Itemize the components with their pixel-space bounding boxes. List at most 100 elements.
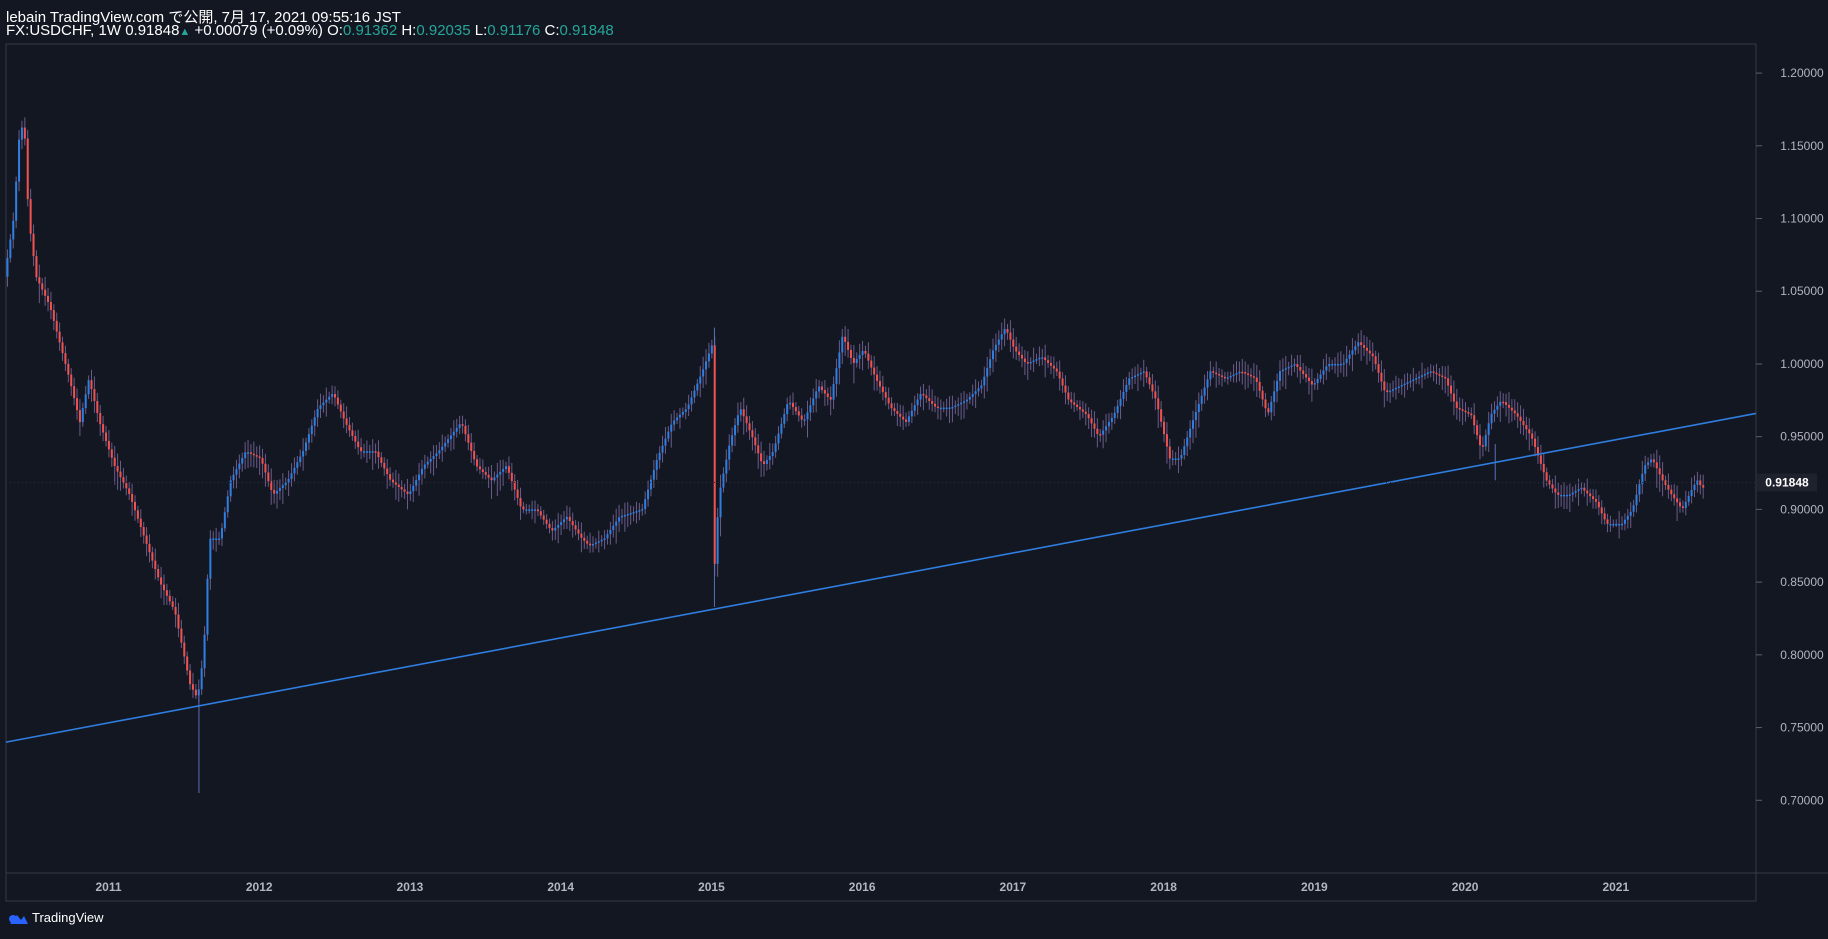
candle-body xyxy=(499,471,502,475)
candle-body xyxy=(542,515,545,520)
candle-body xyxy=(1189,428,1192,438)
candle-body xyxy=(1420,375,1424,377)
candle-body xyxy=(1235,373,1238,375)
candle-body xyxy=(328,396,331,400)
candle-body xyxy=(1220,375,1224,377)
candle-body xyxy=(406,491,409,495)
candle-body xyxy=(774,443,777,453)
candle-body xyxy=(365,451,368,453)
candle-body xyxy=(394,482,397,485)
candle-body xyxy=(922,393,925,396)
candle-body xyxy=(1113,412,1116,418)
candle-body xyxy=(1139,372,1142,375)
candle-body xyxy=(620,515,623,518)
candle-body xyxy=(1342,362,1345,365)
candle-body xyxy=(655,460,658,470)
candle-body xyxy=(977,388,980,392)
candle-body xyxy=(342,411,345,419)
candle-body xyxy=(980,385,983,389)
candle-body xyxy=(357,441,360,448)
candle-body xyxy=(562,519,566,523)
candle-body xyxy=(1203,387,1206,396)
candle-body xyxy=(1157,398,1160,410)
candle-body xyxy=(1684,501,1687,508)
candle-body xyxy=(84,394,87,409)
candle-body xyxy=(754,437,757,446)
candle-body xyxy=(1125,384,1128,392)
candle-body xyxy=(276,490,279,494)
candle-body xyxy=(1539,455,1542,464)
candle-body xyxy=(1644,465,1647,474)
candle-body xyxy=(1299,367,1302,371)
candle-body xyxy=(38,277,41,284)
candle-body xyxy=(64,353,67,364)
candle-body xyxy=(1319,374,1322,379)
candle-body xyxy=(867,353,870,361)
candle-body xyxy=(1458,407,1461,410)
candle-body xyxy=(1516,413,1519,417)
candle-body xyxy=(1351,350,1354,355)
candle-body xyxy=(597,541,600,543)
y-tick-label: 0.75000 xyxy=(1780,721,1824,735)
candle-body xyxy=(560,522,563,525)
candle-body xyxy=(449,435,452,440)
candle-body xyxy=(1496,405,1499,410)
candle-body xyxy=(1064,385,1067,393)
candle-body xyxy=(1165,434,1168,447)
candle-body xyxy=(1522,420,1525,426)
candle-body xyxy=(1493,409,1496,414)
candle-body xyxy=(415,480,418,486)
candle-body xyxy=(409,491,412,495)
candle-body xyxy=(855,359,858,364)
candle-body xyxy=(713,345,716,564)
candle-body xyxy=(1076,404,1079,408)
candle-body xyxy=(1177,458,1180,460)
candle-body xyxy=(386,468,389,475)
candle-body xyxy=(1078,407,1081,410)
candle-body xyxy=(389,474,392,480)
candle-body xyxy=(1232,374,1235,377)
candle-body xyxy=(751,430,754,438)
candle-body xyxy=(812,398,815,406)
candle-body xyxy=(377,451,380,458)
candle-body xyxy=(360,447,363,452)
candle-body xyxy=(215,538,218,540)
candle-body xyxy=(354,436,357,442)
candle-body xyxy=(884,392,887,398)
candle-body xyxy=(838,352,841,369)
candle-body xyxy=(67,363,70,375)
candle-body xyxy=(1403,383,1406,386)
candle-body xyxy=(1238,371,1241,374)
candle-body xyxy=(368,451,371,453)
candle-body xyxy=(707,353,710,362)
candle-body xyxy=(212,538,215,540)
candle-body xyxy=(426,461,429,465)
candle-body xyxy=(965,399,968,402)
candle-body xyxy=(104,432,108,441)
candle-body xyxy=(131,493,134,502)
candle-body xyxy=(197,689,200,696)
x-tick-label: 2012 xyxy=(246,880,273,894)
candle-body xyxy=(1116,405,1119,413)
candle-body xyxy=(1209,371,1212,380)
candle-body xyxy=(1676,498,1679,503)
candle-body xyxy=(678,414,681,418)
candle-body xyxy=(870,360,873,368)
candle-body xyxy=(1223,376,1226,379)
tradingview-logo[interactable]: TradingView xyxy=(6,910,104,925)
candle-body xyxy=(936,406,939,409)
price-chart[interactable]: 0.70000 0.75000 0.80000 0.85000 0.90000 0.950… xyxy=(0,0,1828,939)
candle-body xyxy=(539,511,542,516)
candle-body xyxy=(1502,401,1505,404)
candle-body xyxy=(1461,409,1464,411)
candle-body xyxy=(786,404,789,415)
candle-body xyxy=(1386,390,1389,393)
candle-body xyxy=(806,412,809,420)
candle-body xyxy=(1174,458,1177,460)
candle-body xyxy=(93,389,96,402)
candle-body xyxy=(989,359,992,368)
candle-body xyxy=(664,438,667,446)
candle-body xyxy=(235,469,238,475)
candle-body xyxy=(1200,395,1203,404)
candle-body xyxy=(171,601,174,607)
